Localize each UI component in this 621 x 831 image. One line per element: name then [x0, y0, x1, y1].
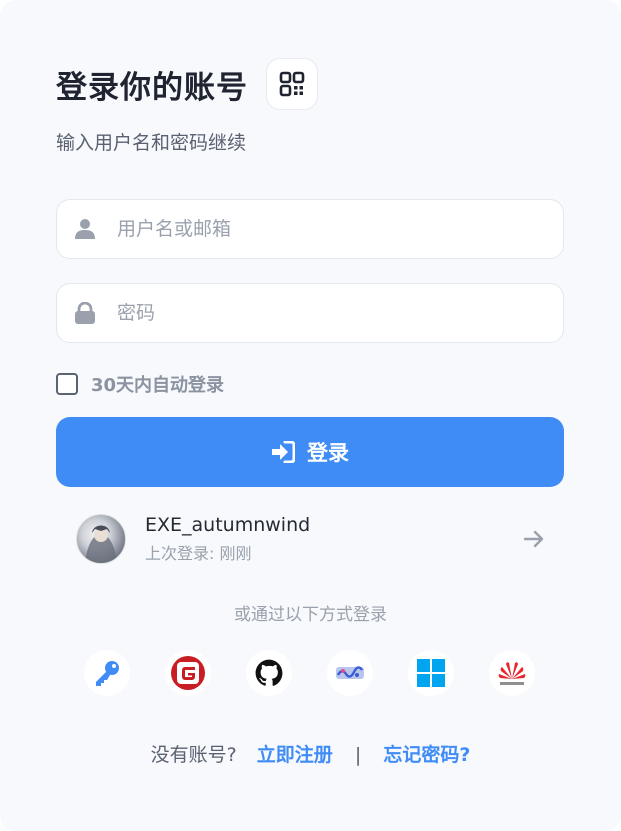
alt-login-text: 或通过以下方式登录	[234, 605, 387, 625]
provider-list	[0, 650, 621, 696]
windows-icon	[417, 659, 445, 687]
anime-logo-icon	[334, 657, 366, 689]
register-link[interactable]: 立即注册	[257, 744, 333, 766]
microsoft-login-button[interactable]	[408, 650, 454, 696]
remember-checkbox[interactable]	[56, 373, 78, 395]
login-label: 登录	[307, 441, 349, 465]
username-input[interactable]	[115, 217, 539, 241]
account-name: EXE_autumnwind	[145, 514, 311, 536]
gitee-login-button[interactable]	[165, 650, 211, 696]
account-info: EXE_autumnwind 上次登录: 刚刚	[145, 514, 522, 564]
no-account-prompt: 没有账号?	[150, 744, 237, 766]
password-field[interactable]	[56, 283, 564, 343]
login-card: 登录你的账号 输入用户名和密码继续 用户名或邮箱 30天内自动登录 登录 EXE…	[0, 0, 621, 831]
avatar	[76, 514, 126, 564]
lock-icon	[73, 301, 97, 325]
gitee-icon	[171, 656, 205, 690]
footer: 没有账号? 立即注册 | 忘记密码?	[0, 740, 621, 767]
page-title: 登录你的账号	[56, 69, 248, 106]
last-login-time: 上次登录: 刚刚	[145, 544, 252, 563]
huawei-login-button[interactable]	[489, 650, 535, 696]
custom-login-button[interactable]	[327, 650, 373, 696]
key-icon	[96, 661, 119, 686]
password-input[interactable]	[115, 301, 539, 325]
huawei-icon	[498, 662, 526, 685]
github-login-button[interactable]	[246, 650, 292, 696]
username-field[interactable]	[56, 199, 564, 259]
login-button[interactable]: 登录	[56, 417, 564, 487]
qr-code-icon	[279, 71, 305, 97]
arrow-right-icon[interactable]	[522, 527, 546, 551]
page-subtitle: 输入用户名和密码继续	[56, 132, 247, 154]
recent-account[interactable]: EXE_autumnwind 上次登录: 刚刚	[76, 514, 546, 564]
passkey-login-button[interactable]	[84, 650, 130, 696]
remember-me[interactable]: 30天内自动登录	[56, 371, 224, 397]
qr-login-button[interactable]	[266, 58, 318, 110]
sign-in-icon	[271, 441, 295, 463]
remember-label: 30天内自动登录	[91, 375, 225, 396]
header: 登录你的账号	[56, 58, 318, 110]
github-icon	[255, 659, 283, 686]
user-icon	[73, 217, 97, 241]
forgot-password-link[interactable]: 忘记密码?	[383, 744, 470, 766]
footer-separator: |	[354, 744, 362, 766]
